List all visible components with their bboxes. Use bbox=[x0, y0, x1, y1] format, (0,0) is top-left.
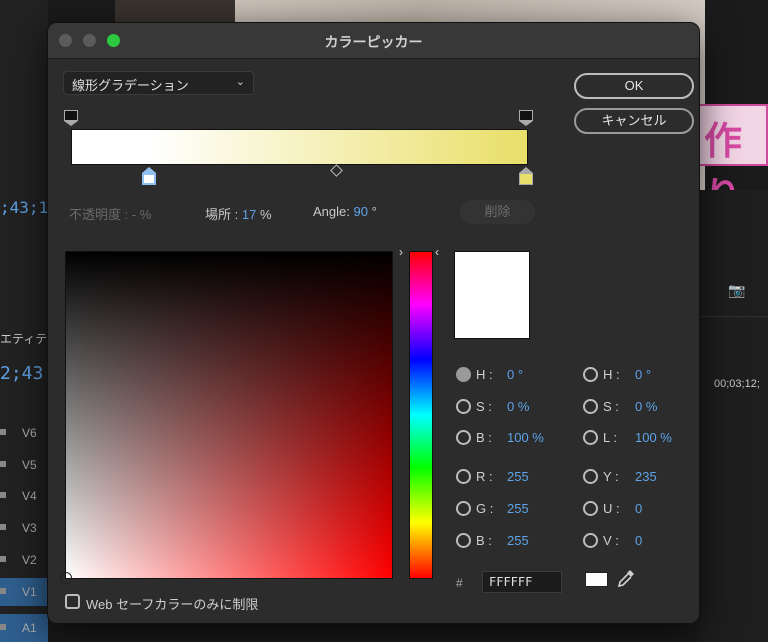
field-cursor-marker[interactable] bbox=[60, 572, 72, 584]
panel-label: エティテ bbox=[0, 332, 48, 346]
value-yuv-y[interactable]: 235 bbox=[635, 469, 657, 484]
opacity-readout: 不透明度 : - % bbox=[69, 207, 152, 222]
value-yuv-v[interactable]: 0 bbox=[635, 533, 642, 548]
eyedropper-icon[interactable] bbox=[615, 567, 637, 589]
track-v6[interactable]: V6 bbox=[0, 419, 48, 447]
current-color-swatch bbox=[585, 572, 608, 587]
label-hsb-b: B : bbox=[476, 430, 492, 445]
value-rgb-r[interactable]: 255 bbox=[507, 469, 529, 484]
label-rgb-b: B : bbox=[476, 533, 492, 548]
value-hsl-l[interactable]: 100 % bbox=[635, 430, 672, 445]
saturation-brightness-field[interactable] bbox=[60, 251, 393, 584]
websafe-label: Web セーフカラーのみに制限 bbox=[86, 597, 259, 612]
label-yuv-v: V : bbox=[603, 533, 619, 548]
gradient-midpoint-diamond[interactable] bbox=[330, 164, 343, 177]
right-divider bbox=[700, 316, 768, 317]
radio-yuv-u[interactable] bbox=[583, 501, 598, 516]
right-panel bbox=[700, 190, 768, 642]
value-rgb-b[interactable]: 255 bbox=[507, 533, 529, 548]
delete-stop-button[interactable]: 削除 bbox=[460, 200, 535, 224]
track-toggle-icon[interactable] bbox=[0, 429, 6, 435]
radio-rgb-b[interactable] bbox=[456, 533, 471, 548]
radio-hsl-h[interactable] bbox=[583, 367, 598, 382]
value-hsb-h[interactable]: 0 ° bbox=[507, 367, 523, 382]
track-toggle-icon[interactable] bbox=[0, 524, 6, 530]
label-rgb-r: R : bbox=[476, 469, 493, 484]
value-hsl-s[interactable]: 0 % bbox=[635, 399, 657, 414]
gradient-type-select[interactable]: 線形グラデーション ⌄ bbox=[63, 71, 254, 95]
angle-readout: Angle: 90 ° bbox=[313, 204, 377, 219]
label-yuv-y: Y : bbox=[603, 469, 619, 484]
track-toggle-icon[interactable] bbox=[0, 492, 6, 498]
track-v4[interactable]: V4 bbox=[0, 482, 48, 510]
gradient-type-value: 線形グラデーション bbox=[72, 78, 189, 93]
radio-yuv-y[interactable] bbox=[583, 469, 598, 484]
angle-value[interactable]: 90 bbox=[354, 204, 368, 219]
gradient-preview-bar[interactable] bbox=[71, 129, 528, 165]
hue-slider-left-arrow-icon[interactable]: › bbox=[399, 245, 403, 259]
hue-slider[interactable] bbox=[409, 251, 433, 579]
location-readout: 場所 : 17 % bbox=[205, 207, 272, 222]
value-hsl-h[interactable]: 0 ° bbox=[635, 367, 651, 382]
track-v3[interactable]: V3 bbox=[0, 514, 48, 542]
radio-hsl-s[interactable] bbox=[583, 399, 598, 414]
radio-hsb-s[interactable] bbox=[456, 399, 471, 414]
radio-yuv-v[interactable] bbox=[583, 533, 598, 548]
label-hsl-l: L : bbox=[603, 430, 617, 445]
label-hsl-h: H : bbox=[603, 367, 620, 382]
value-hsb-s[interactable]: 0 % bbox=[507, 399, 529, 414]
hue-slider-right-arrow-icon[interactable]: ‹ bbox=[435, 245, 439, 259]
opacity-stop-right[interactable] bbox=[519, 110, 533, 126]
radio-hsl-l[interactable] bbox=[583, 430, 598, 445]
pink-title-graphic: 作り bbox=[696, 104, 768, 218]
radio-hsb-h[interactable] bbox=[456, 367, 471, 382]
cancel-button[interactable]: キャンセル bbox=[574, 108, 694, 134]
location-value[interactable]: 17 bbox=[242, 207, 256, 222]
value-hsb-b[interactable]: 100 % bbox=[507, 430, 544, 445]
titlebar[interactable]: カラーピッカー bbox=[48, 23, 699, 59]
selected-color-preview bbox=[454, 251, 530, 339]
label-hsb-s: S : bbox=[476, 399, 492, 414]
track-v5[interactable]: V5 bbox=[0, 451, 48, 479]
value-yuv-u[interactable]: 0 bbox=[635, 501, 642, 516]
websafe-checkbox[interactable] bbox=[65, 594, 80, 609]
opacity-stop-left[interactable] bbox=[64, 110, 78, 126]
radio-rgb-g[interactable] bbox=[456, 501, 471, 516]
label-hsb-h: H : bbox=[476, 367, 493, 382]
track-toggle-icon[interactable] bbox=[0, 461, 6, 467]
track-toggle-icon[interactable] bbox=[0, 556, 6, 562]
color-picker-dialog: カラーピッカー 線形グラデーション ⌄ OK キャンセル 不透明度 : - % … bbox=[47, 22, 700, 624]
track-v1[interactable]: V1 bbox=[0, 578, 48, 606]
time-right: 00;03;12; bbox=[714, 378, 760, 390]
radio-rgb-r[interactable] bbox=[456, 469, 471, 484]
color-stop-selected[interactable] bbox=[142, 167, 156, 185]
label-yuv-u: U : bbox=[603, 501, 620, 516]
value-rgb-g[interactable]: 255 bbox=[507, 501, 529, 516]
label-hsl-s: S : bbox=[603, 399, 619, 414]
color-stop-right[interactable] bbox=[519, 167, 533, 185]
track-toggle-icon[interactable] bbox=[0, 588, 6, 594]
dialog-title: カラーピッカー bbox=[324, 34, 423, 50]
hex-input[interactable]: FFFFFF bbox=[482, 571, 562, 593]
label-rgb-g: G : bbox=[476, 501, 494, 516]
track-v2[interactable]: V2 bbox=[0, 546, 48, 574]
hex-hash-label: # bbox=[456, 576, 463, 590]
camera-icon[interactable]: 📷 bbox=[728, 282, 745, 299]
ok-button[interactable]: OK bbox=[574, 73, 694, 99]
track-toggle-icon[interactable] bbox=[0, 624, 6, 630]
track-a1[interactable]: A1 bbox=[0, 614, 48, 642]
radio-hsb-b[interactable] bbox=[456, 430, 471, 445]
chevron-down-icon: ⌄ bbox=[235, 76, 245, 88]
